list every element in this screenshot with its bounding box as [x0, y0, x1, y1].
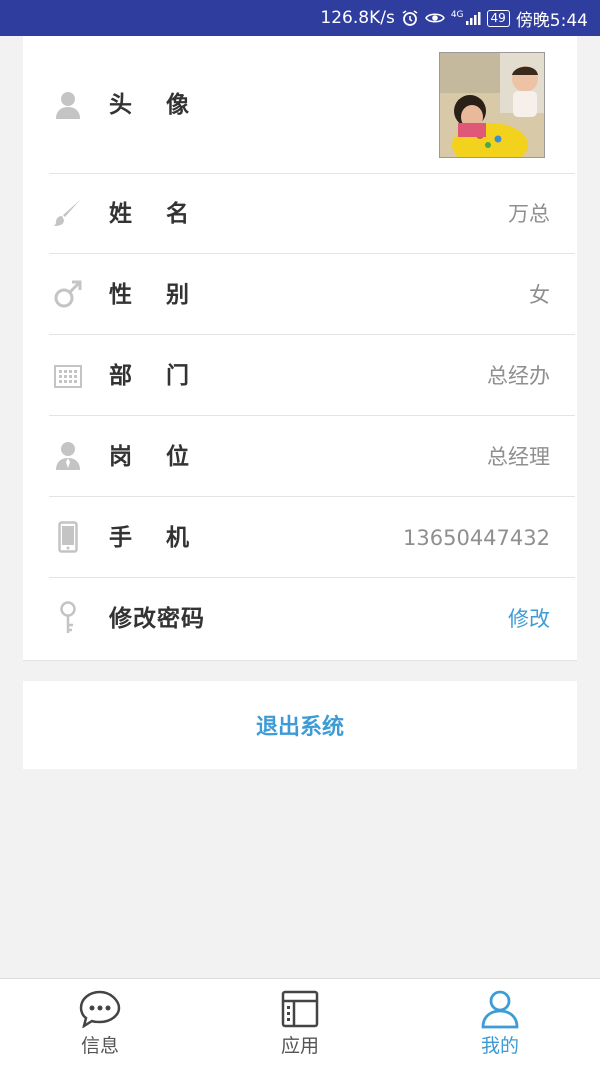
status-bar: 126.8K/s 4G 49 傍晚5:44: [0, 0, 600, 36]
tab-me[interactable]: 我的: [400, 979, 600, 1068]
person-outline-icon: [478, 989, 522, 1029]
tab-apps[interactable]: 应用: [200, 979, 400, 1068]
employee-icon: [51, 439, 85, 473]
gender-label: 性别: [109, 282, 223, 308]
gender-value: 女: [529, 283, 550, 307]
network-type: 4G: [450, 10, 464, 20]
brush-icon: [51, 196, 85, 230]
phone-value: 13650447432: [403, 526, 550, 550]
phone-label: 手机: [109, 525, 223, 551]
avatar-row[interactable]: 头像: [49, 36, 575, 174]
avatar-label: 头像: [109, 92, 223, 118]
phone-row: 手机 13650447432: [49, 498, 575, 578]
phone-icon: [51, 520, 85, 554]
building-icon: [51, 358, 85, 392]
tab-apps-label: 应用: [280, 1035, 319, 1057]
apps-icon: [278, 989, 322, 1029]
department-row: 部门 总经办: [49, 336, 575, 416]
alarm-icon: [401, 9, 419, 27]
position-value: 总经理: [487, 445, 550, 469]
department-label: 部门: [109, 363, 223, 389]
eye-icon: [424, 11, 445, 25]
male-symbol-icon: [51, 277, 85, 311]
person-icon: [51, 88, 85, 122]
position-row: 岗位 总经理: [49, 417, 575, 497]
name-value: 万总: [508, 202, 550, 226]
logout-button[interactable]: 退出系统: [23, 681, 577, 769]
tab-messages[interactable]: 信息: [0, 979, 200, 1068]
gender-row: 性别 女: [49, 255, 575, 335]
clock: 傍晚5:44: [515, 10, 588, 31]
logout-card: 退出系统: [23, 681, 577, 769]
password-row: 修改密码 修改: [49, 579, 575, 659]
network-speed: 126.8K/s: [320, 8, 395, 28]
tab-messages-label: 信息: [80, 1035, 119, 1057]
position-label: 岗位: [109, 444, 223, 470]
change-password-link[interactable]: 修改: [508, 579, 550, 659]
tab-me-label: 我的: [480, 1035, 519, 1057]
signal-icon: 4G: [451, 10, 481, 26]
name-row: 姓名 万总: [49, 174, 575, 254]
key-icon: [51, 601, 85, 635]
password-label: 修改密码: [109, 606, 205, 632]
bottom-tab-bar: 信息 应用 我的: [0, 978, 600, 1068]
avatar[interactable]: [439, 52, 545, 158]
profile-card: 头像 姓名 万总 性别 女 部门 总经办 岗位 总经理 手机 136504474…: [23, 36, 577, 661]
department-value: 总经办: [487, 364, 550, 388]
battery-indicator: 49: [486, 9, 510, 27]
name-label: 姓名: [109, 201, 223, 227]
chat-icon: [78, 989, 122, 1029]
